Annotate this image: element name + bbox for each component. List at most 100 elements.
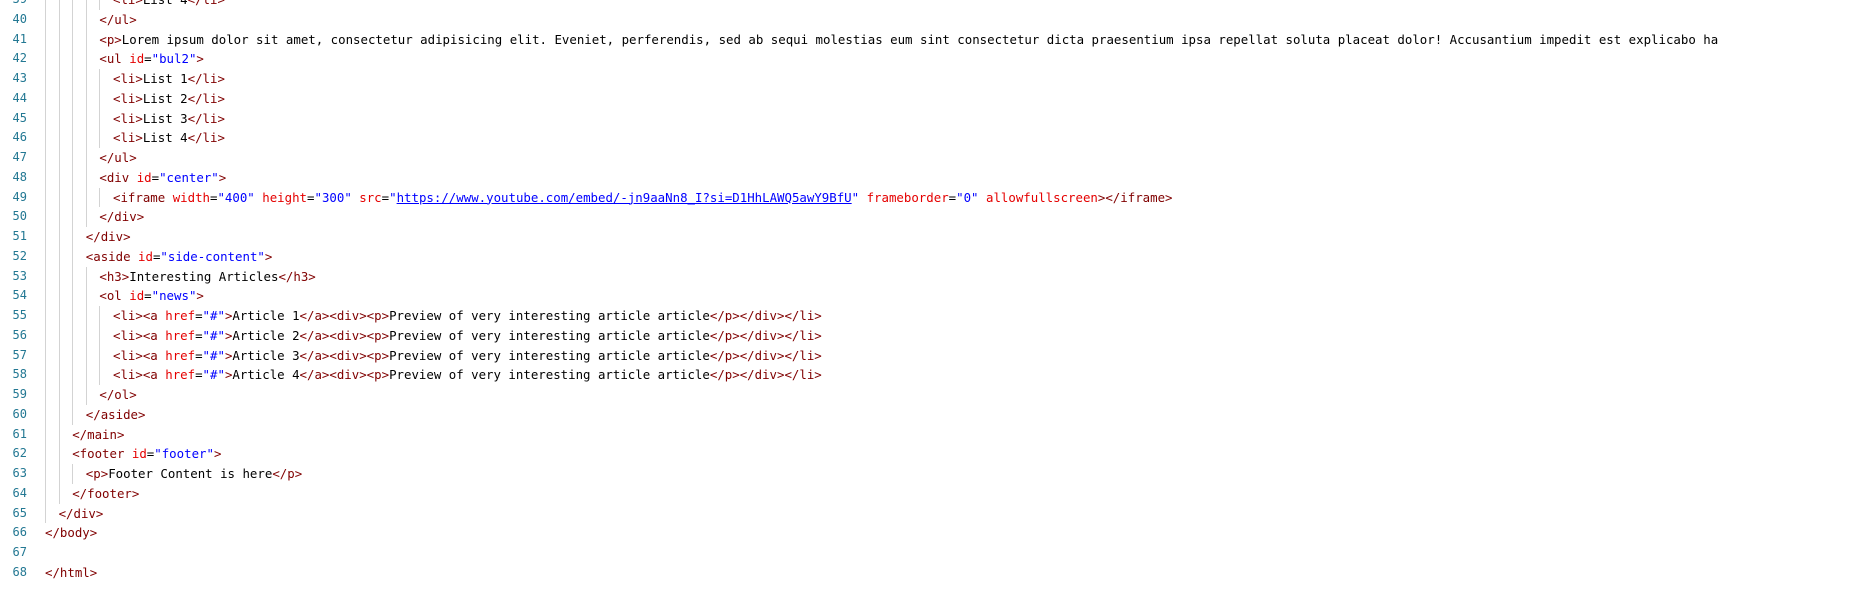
indent-guide	[45, 483, 46, 504]
code-line[interactable]: 45 <li>List 3</li>	[0, 108, 1851, 129]
indent-guide	[58, 167, 60, 188]
html-tag-token: <li>	[113, 110, 143, 126]
indent-guide	[85, 385, 87, 405]
html-tag-token: </a><div><p>	[299, 327, 390, 343]
html-tag-token: <li>	[113, 130, 143, 146]
code-text: <li><a href="#">Article 4</a><div><p>Pre…	[113, 365, 822, 385]
html-tag-token: </footer>	[72, 485, 140, 501]
code-line[interactable]: 59 </ol>	[0, 385, 1851, 405]
code-line[interactable]: 57 <li><a href="#">Article 3</a><div><p>P…	[0, 345, 1851, 366]
code-line[interactable]: 64 </footer>	[0, 483, 1851, 504]
html-tag-token: <li><a	[113, 327, 158, 343]
indent-guide	[58, 385, 60, 405]
indent-guide	[72, 404, 74, 425]
code-line[interactable]: 43 <li>List 1</li>	[0, 69, 1851, 89]
code-line[interactable]: 47 </ul>	[0, 148, 1851, 168]
line-number: 68	[12, 564, 27, 579]
code-text: <footer id="footer">	[72, 444, 221, 464]
indent-guide	[58, 424, 60, 445]
attribute-token: href	[165, 308, 196, 323]
indent-guide	[85, 187, 87, 208]
code-line[interactable]: 60 </aside>	[0, 404, 1851, 425]
html-tag-token: </a><div><p>	[299, 347, 390, 363]
html-tag-token: </ul>	[99, 150, 137, 165]
code-editor[interactable]: 39<li>List 4</li>40</ul>41<p>Lorem ipsum…	[0, 0, 1851, 596]
line-number: 67	[12, 545, 27, 559]
text-token: Preview of very interesting article arti…	[389, 327, 710, 343]
indent-guide	[72, 167, 74, 188]
code-line[interactable]: 63 <p>Footer Content is here</p>	[0, 464, 1851, 484]
text-token: Footer Content is here	[108, 466, 273, 481]
indent-guide	[85, 108, 87, 129]
code-line[interactable]: 42 <ul id="bul2">	[0, 49, 1851, 69]
attribute-token: allowfullscreen	[985, 189, 1098, 205]
indent-guide	[85, 325, 87, 346]
url-link[interactable]: https://www.youtube.com/embed/-jn9aaNn8_…	[397, 190, 852, 205]
indent-guide	[45, 88, 46, 109]
html-tag-token: <aside	[85, 248, 131, 264]
indent-guide	[45, 286, 46, 306]
html-tag-token: <li>	[113, 0, 143, 7]
code-text: </ol>	[99, 385, 136, 405]
indent-guide	[72, 365, 74, 385]
code-line[interactable]: 50 </div>	[0, 207, 1851, 227]
code-line[interactable]: 66 </body>	[0, 523, 1851, 543]
indent-guide	[72, 9, 74, 30]
code-line[interactable]: 56 <li><a href="#">Article 2</a><div><p>P…	[0, 325, 1851, 346]
indent-guide	[58, 483, 60, 504]
indent-guide	[45, 227, 46, 247]
html-tag-token: </div>	[99, 209, 145, 225]
attribute-token: href	[165, 327, 196, 343]
code-text: </aside>	[86, 405, 146, 425]
code-line[interactable]: 55 <li><a href="#">Article 1</a><div><p>P…	[0, 306, 1851, 326]
indent-guide	[45, 49, 46, 69]
indent-guide	[58, 88, 60, 109]
code-line[interactable]: 52 <aside id="side-content">	[0, 246, 1851, 267]
indent-guide	[58, 108, 60, 129]
attribute-value-token: "300"	[314, 189, 352, 205]
attribute-token: src	[359, 189, 382, 205]
code-line[interactable]: 51 </div>	[0, 227, 1851, 247]
line-number: 59	[12, 387, 27, 401]
line-number: 40	[12, 11, 27, 26]
indent-guide	[45, 345, 46, 366]
html-tag-token: <footer	[72, 446, 125, 462]
code-line[interactable]: 40 </ul>	[0, 9, 1851, 30]
code-line[interactable]: 65 </div>	[0, 503, 1851, 524]
code-line[interactable]: 61 </main>	[0, 424, 1851, 445]
indent-guide	[85, 207, 87, 227]
html-tag-token: <li><a	[113, 308, 158, 323]
indent-guide	[85, 306, 87, 326]
line-number: 65	[12, 505, 27, 520]
code-line[interactable]: 41 <p>Lorem ipsum dolor sit amet, consect…	[0, 29, 1851, 50]
line-number: 55	[12, 308, 27, 322]
code-line[interactable]: 67	[0, 543, 1851, 563]
line-number: 63	[12, 466, 27, 480]
code-line[interactable]: 46 <li>List 4</li>	[0, 128, 1851, 148]
attribute-value-token: "#"	[202, 367, 225, 383]
code-lines: 39<li>List 4</li>40</ul>41<p>Lorem ipsum…	[0, 0, 1851, 583]
code-text: </html>	[45, 563, 97, 583]
code-line[interactable]: 53 <h3>Interesting Articles</h3>	[0, 266, 1851, 287]
indent-guide	[58, 246, 60, 267]
line-number: 60	[12, 406, 27, 421]
indent-guide	[85, 167, 87, 188]
line-number: 53	[12, 268, 27, 283]
code-line[interactable]: 54 <ol id="news">	[0, 286, 1851, 306]
text-token: Preview of very interesting article arti…	[389, 367, 710, 383]
code-text: <li>List 1</li>	[113, 69, 225, 89]
code-line[interactable]: 44 <li>List 2</li>	[0, 88, 1851, 109]
indent-guide	[58, 9, 60, 30]
code-line[interactable]: 39 <li>List 4</li>	[0, 0, 1851, 10]
html-tag-token: </li>	[187, 110, 225, 126]
indent-guide	[72, 69, 74, 89]
indent-guide	[45, 306, 46, 326]
indent-guide	[58, 404, 60, 425]
code-line[interactable]: 58 <li><a href="#">Article 4</a><div><p>P…	[0, 365, 1851, 385]
code-line[interactable]: 62 <footer id="footer">	[0, 444, 1851, 464]
code-line[interactable]: 68 </html>	[0, 563, 1851, 583]
line-number: 42	[12, 51, 27, 66]
code-line[interactable]: 49 <iframe width="400" height="300" src="…	[0, 187, 1851, 208]
code-line[interactable]: 48 <div id="center">	[0, 167, 1851, 188]
